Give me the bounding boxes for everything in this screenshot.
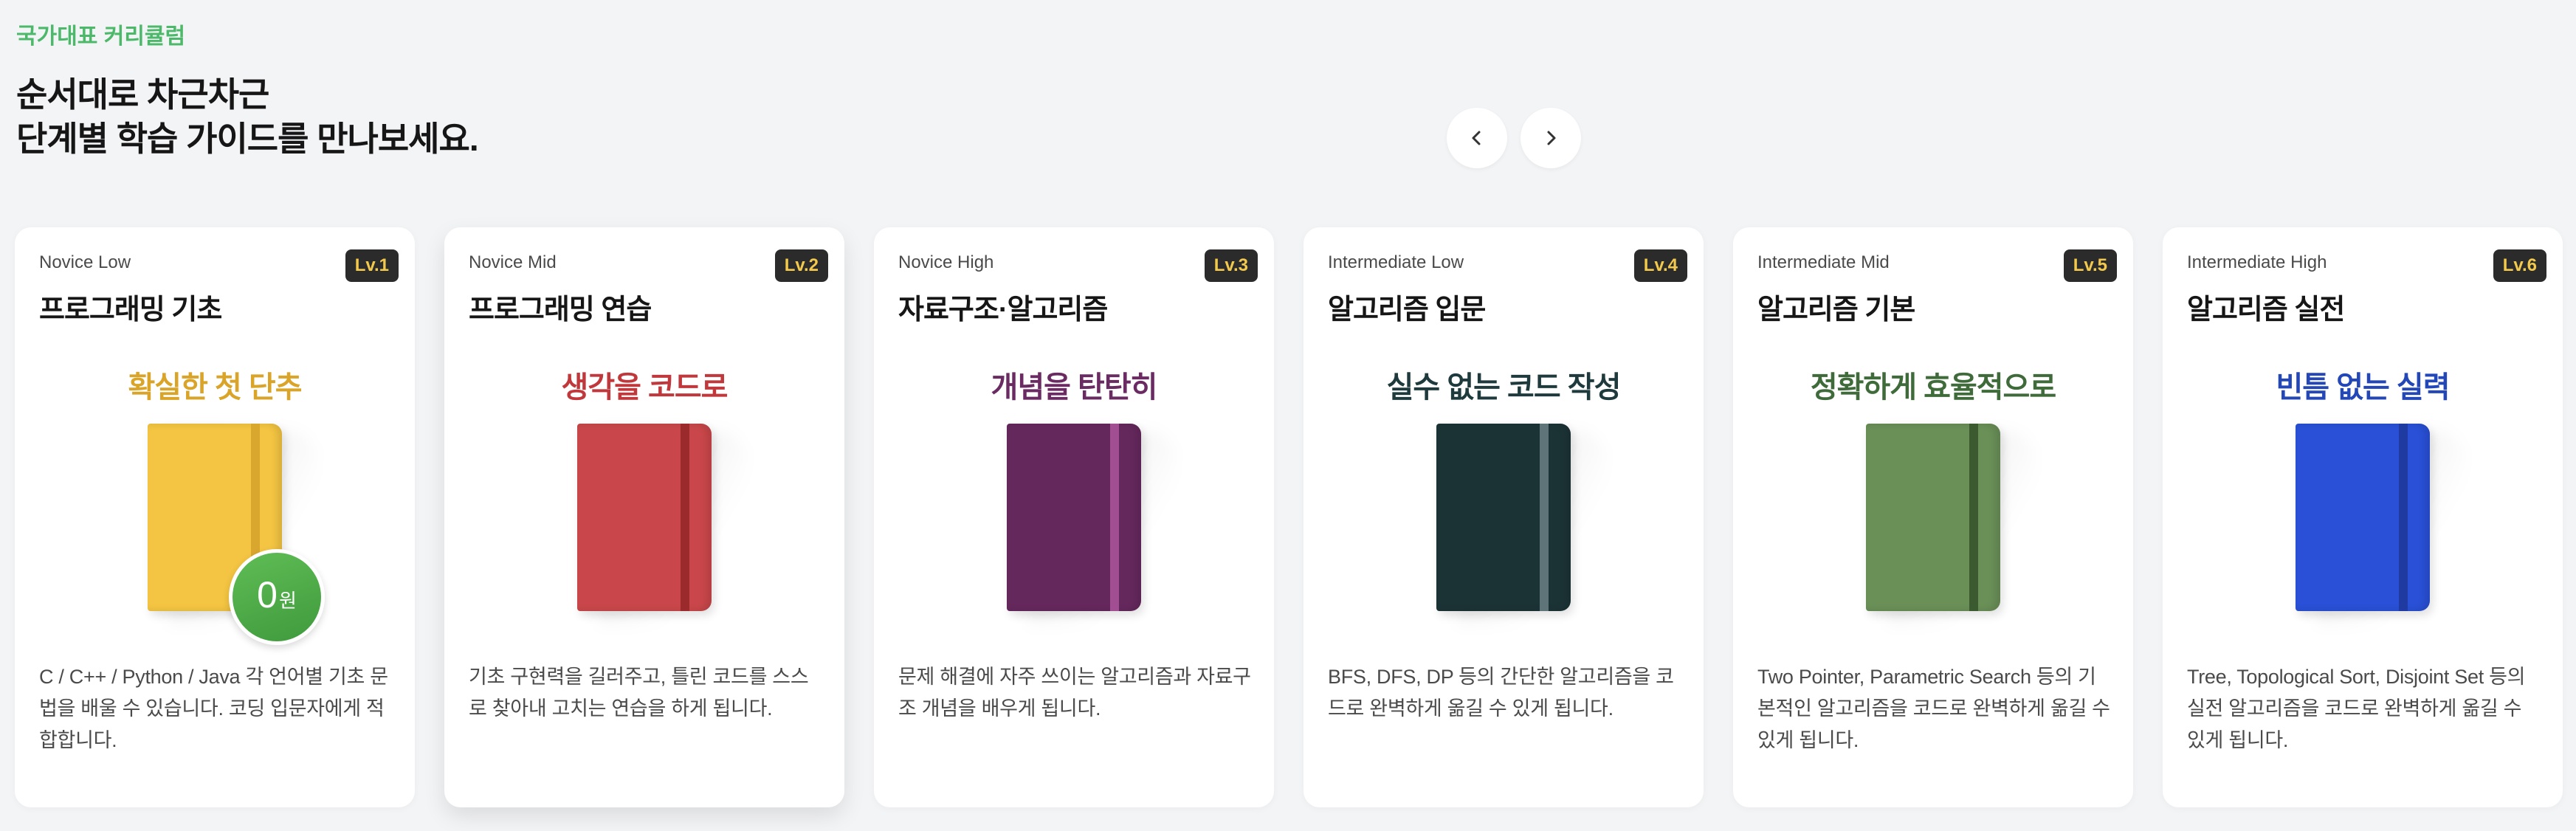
book-band <box>2399 424 2408 611</box>
price-badge: 0 원 <box>229 549 325 645</box>
curriculum-card-lv6[interactable]: Intermediate High Lv.6 알고리즘 실전 빈틈 없는 실력 … <box>2163 227 2563 807</box>
book-illustration: 0 원 <box>148 424 325 645</box>
card-title: 프로그래밍 기초 <box>39 294 222 325</box>
curriculum-card-lv2[interactable]: Novice Mid Lv.2 프로그래밍 연습 생각을 코드로 기초 구현력을… <box>444 227 844 807</box>
card-description: BFS, DFS, DP 등의 간단한 알고리즘을 코드로 완벽하게 옮길 수 … <box>1328 666 1674 720</box>
notebook-icon <box>1007 424 1141 611</box>
price-unit: 원 <box>278 590 297 612</box>
prev-button[interactable] <box>1447 108 1507 168</box>
card-level-name: Intermediate High <box>2187 252 2327 272</box>
price-value: 0 <box>257 574 278 616</box>
book-band <box>1969 424 1978 611</box>
headline-line-1: 순서대로 차근차근 <box>16 75 269 114</box>
card-slogan: 확실한 첫 단추 <box>128 371 302 404</box>
chevron-left-icon <box>1472 131 1481 145</box>
card-level-name: Novice Mid <box>469 252 557 272</box>
card-slogan: 빈틈 없는 실력 <box>2276 371 2450 404</box>
book-illustration <box>1436 424 1606 624</box>
card-description: C / C++ / Python / Java 각 언어별 기초 문법을 배울 … <box>39 666 388 751</box>
notebook-icon <box>1436 424 1571 611</box>
card-level-name: Novice Low <box>39 252 131 272</box>
next-button[interactable] <box>1521 108 1581 168</box>
card-slogan: 정확하게 효율적으로 <box>1810 371 2056 404</box>
level-badge: Lv.1 <box>345 249 399 282</box>
card-description: Tree, Topological Sort, Disjoint Set 등의 … <box>2187 666 2526 751</box>
section-headline: 순서대로 차근차근 단계별 학습 가이드를 만나보세요. <box>16 72 479 161</box>
level-badge: Lv.3 <box>1204 249 1258 282</box>
headline-line-2: 단계별 학습 가이드를 만나보세요. <box>16 120 479 158</box>
level-badge: Lv.2 <box>774 249 828 282</box>
section-eyebrow: 국가대표 커리큘럼 <box>16 24 186 49</box>
card-description: 기초 구현력을 길러주고, 틀린 코드를 스스로 찾아내 고치는 연습을 하게 … <box>469 666 809 720</box>
card-slogan: 생각을 코드로 <box>561 371 729 404</box>
book-band <box>1110 424 1119 611</box>
card-level-name: Intermediate Mid <box>1757 252 1890 272</box>
card-slogan: 개념을 탄탄히 <box>991 371 1158 404</box>
card-title: 자료구조·알고리즘 <box>898 294 1108 325</box>
chevron-right-icon <box>1547 131 1556 145</box>
card-slogan: 실수 없는 코드 작성 <box>1386 371 1622 404</box>
book-illustration <box>577 424 747 624</box>
level-badge: Lv.5 <box>2063 249 2117 282</box>
card-title: 알고리즘 입문 <box>1328 294 1486 325</box>
card-description: 문제 해결에 자주 쓰이는 알고리즘과 자료구조 개념을 배우게 됩니다. <box>898 666 1251 720</box>
book-band <box>681 424 689 611</box>
card-level-name: Intermediate Low <box>1328 252 1464 272</box>
book-illustration <box>1866 424 2036 624</box>
card-title: 알고리즘 실전 <box>2187 294 2345 325</box>
notebook-icon <box>577 424 712 611</box>
curriculum-card-lv4[interactable]: Intermediate Low Lv.4 알고리즘 입문 실수 없는 코드 작… <box>1304 227 1704 807</box>
card-title: 알고리즘 기본 <box>1757 294 1915 325</box>
notebook-icon <box>2296 424 2430 611</box>
notebook-icon <box>1866 424 2000 611</box>
level-badge: Lv.6 <box>2493 249 2546 282</box>
book-band <box>1540 424 1549 611</box>
card-level-name: Novice High <box>898 252 994 272</box>
curriculum-card-lv1[interactable]: Novice Low Lv.1 프로그래밍 기초 확실한 첫 단추 0 원 C … <box>15 227 415 807</box>
level-badge: Lv.4 <box>1633 249 1687 282</box>
card-title: 프로그래밍 연습 <box>469 294 652 325</box>
curriculum-card-lv3[interactable]: Novice High Lv.3 자료구조·알고리즘 개념을 탄탄히 문제 해결… <box>874 227 1274 807</box>
book-illustration <box>2296 424 2465 624</box>
card-description: Two Pointer, Parametric Search 등의 기본적인 알… <box>1757 666 2110 751</box>
curriculum-card-lv5[interactable]: Intermediate Mid Lv.5 알고리즘 기본 정확하게 효율적으로… <box>1733 227 2133 807</box>
book-illustration <box>1007 424 1177 624</box>
